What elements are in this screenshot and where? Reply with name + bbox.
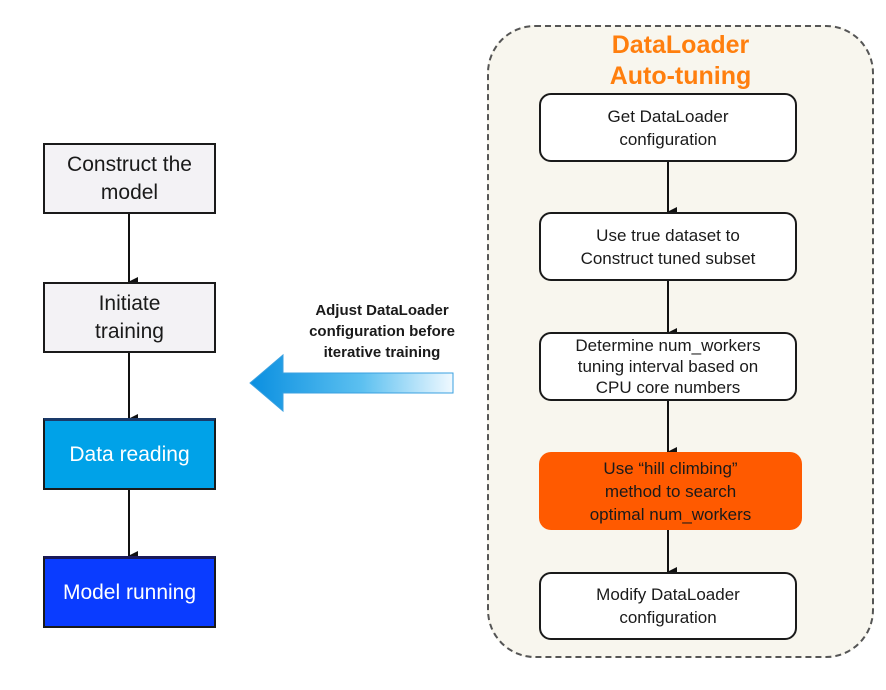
step-initiate-training: Initiate training [43,282,216,353]
step-line: Get DataLoader [607,106,729,126]
adjust-arrow-icon [249,353,454,413]
adjust-config-text: Adjust DataLoader configuration before i… [309,302,455,361]
panel-step-get-config: Get DataLoader configuration [539,93,797,162]
panel-step-modify-config: Modify DataLoader configuration [539,572,797,640]
step-data-reading: Data reading [43,418,216,490]
step-line: Use true dataset to [596,225,740,245]
step-model-running: Model running [43,556,216,628]
step-construct-model: Construct the model [43,143,216,214]
step-label: Model running [62,580,197,604]
step-line: Modify DataLoader [596,585,740,604]
step-line: configuration [619,608,717,627]
step-line: Construct tuned subset [580,248,756,268]
step-label: Initiate training [95,291,164,343]
step-label: Construct the model [67,152,192,204]
step-line: Use “hill climbing” [603,458,738,478]
step-line: tuning interval based on [577,357,759,376]
step-line: optimal num_workers [589,504,752,524]
panel-step-construct-subset: Use true dataset to Construct tuned subs… [539,212,797,281]
adjust-config-label: Adjust DataLoader configuration before i… [282,300,482,363]
panel-step-determine-interval: Determine num_workers tuning interval ba… [539,332,797,401]
step-label: Data reading [69,442,190,466]
step-line: CPU core numbers [595,378,741,397]
step-line: configuration [619,129,717,149]
step-line: Determine num_workers [575,336,761,355]
step-line: method to search [604,481,737,501]
panel-step-hill-climbing: Use “hill climbing” method to search opt… [539,452,802,530]
